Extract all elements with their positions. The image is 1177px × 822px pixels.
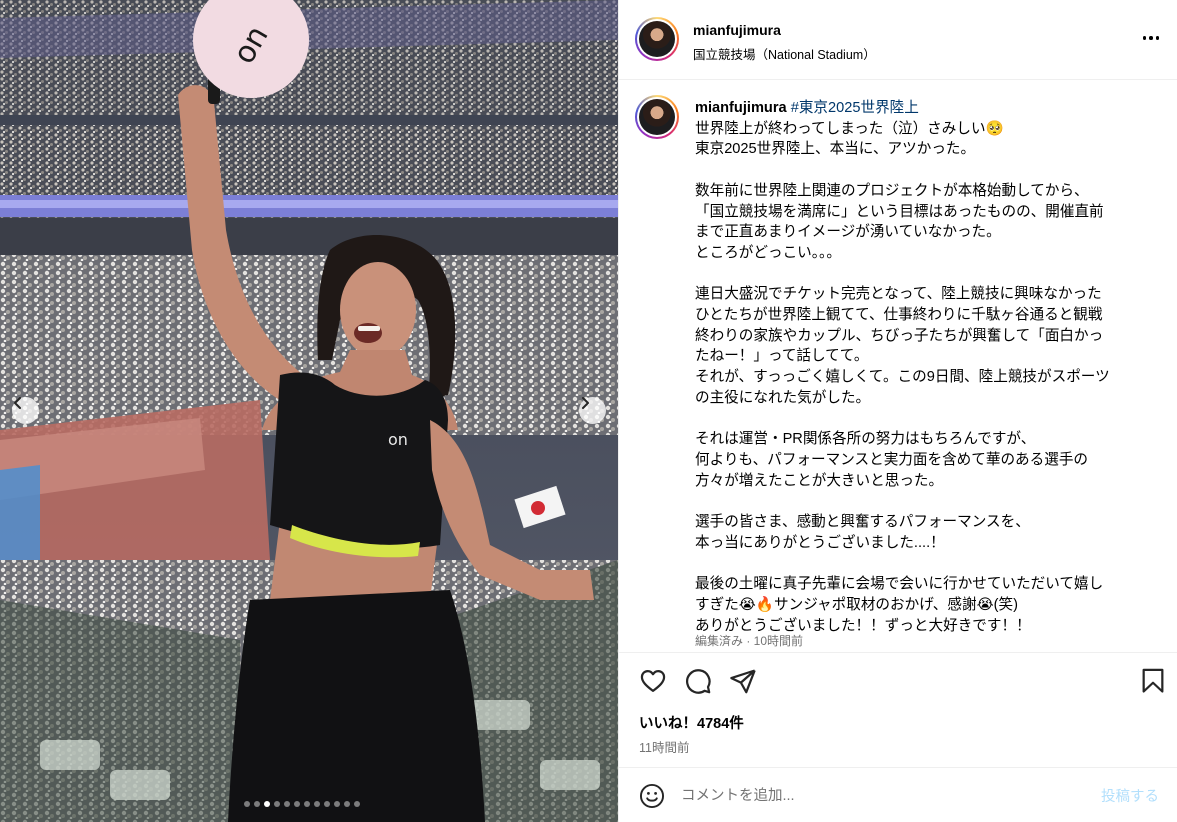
heart-icon[interactable] — [639, 667, 667, 695]
carousel-dot — [334, 801, 340, 807]
carousel-dot — [294, 801, 300, 807]
post-photo[interactable]: on on — [0, 0, 618, 822]
chevron-right-icon — [582, 397, 589, 409]
carousel-indicator — [244, 801, 360, 807]
post-comment-button[interactable]: 投稿する — [1101, 785, 1159, 806]
emoji-icon[interactable] — [639, 783, 665, 809]
comment-input[interactable] — [681, 782, 1081, 810]
add-comment-bar: 投稿する — [619, 767, 1177, 822]
carousel-dot — [324, 801, 330, 807]
post-caption: mianfujimura #東京2025世界陸上 世界陸上が終わってしまった（泣… — [695, 98, 1155, 636]
caption-text: 世界陸上が終わってしまった（泣）さみしい🥺 東京2025世界陸上、本当に、アツか… — [695, 120, 1110, 634]
stadium-photo: on on — [0, 0, 618, 822]
caption-username[interactable]: mianfujimura — [695, 100, 787, 116]
author-username[interactable]: mianfujimura — [693, 22, 781, 38]
comment-icon[interactable] — [684, 667, 712, 695]
share-icon[interactable] — [729, 667, 757, 695]
likes-count[interactable]: いいね！4784件 — [639, 712, 744, 733]
carousel-dot — [254, 801, 260, 807]
more-options-button[interactable] — [1141, 28, 1161, 48]
carousel-dot — [244, 801, 250, 807]
post-timestamp[interactable]: 11時間前 — [639, 737, 689, 756]
comments-section[interactable]: mianfujimura #東京2025世界陸上 世界陸上が終わってしまった（泣… — [619, 80, 1177, 652]
chevron-left-icon — [14, 397, 21, 409]
bookmark-icon[interactable] — [1139, 667, 1167, 695]
post-header: mianfujimura 国立競技場（National Stadium） — [619, 0, 1177, 80]
carousel-dot — [284, 801, 290, 807]
post-actions: いいね！4784件 11時間前 — [619, 652, 1177, 767]
carousel-dot — [304, 801, 310, 807]
more-icon — [1142, 36, 1147, 40]
caption-avatar[interactable] — [635, 95, 679, 139]
post-detail-panel: mianfujimura 国立競技場（National Stadium） mia… — [618, 0, 1177, 822]
caption-meta: 編集済み · 10時間前 — [695, 634, 804, 648]
carousel-dot — [354, 801, 360, 807]
carousel-dot — [344, 801, 350, 807]
carousel-dot — [314, 801, 320, 807]
svg-text:on: on — [388, 430, 408, 449]
location-link[interactable]: 国立競技場（National Stadium） — [693, 44, 876, 63]
avatar[interactable] — [635, 17, 679, 61]
carousel-dot — [264, 801, 270, 807]
next-photo-button[interactable] — [579, 397, 606, 424]
previous-photo-button[interactable] — [12, 397, 39, 424]
hashtag-link[interactable]: #東京2025世界陸上 — [791, 100, 919, 116]
carousel-dot — [274, 801, 280, 807]
